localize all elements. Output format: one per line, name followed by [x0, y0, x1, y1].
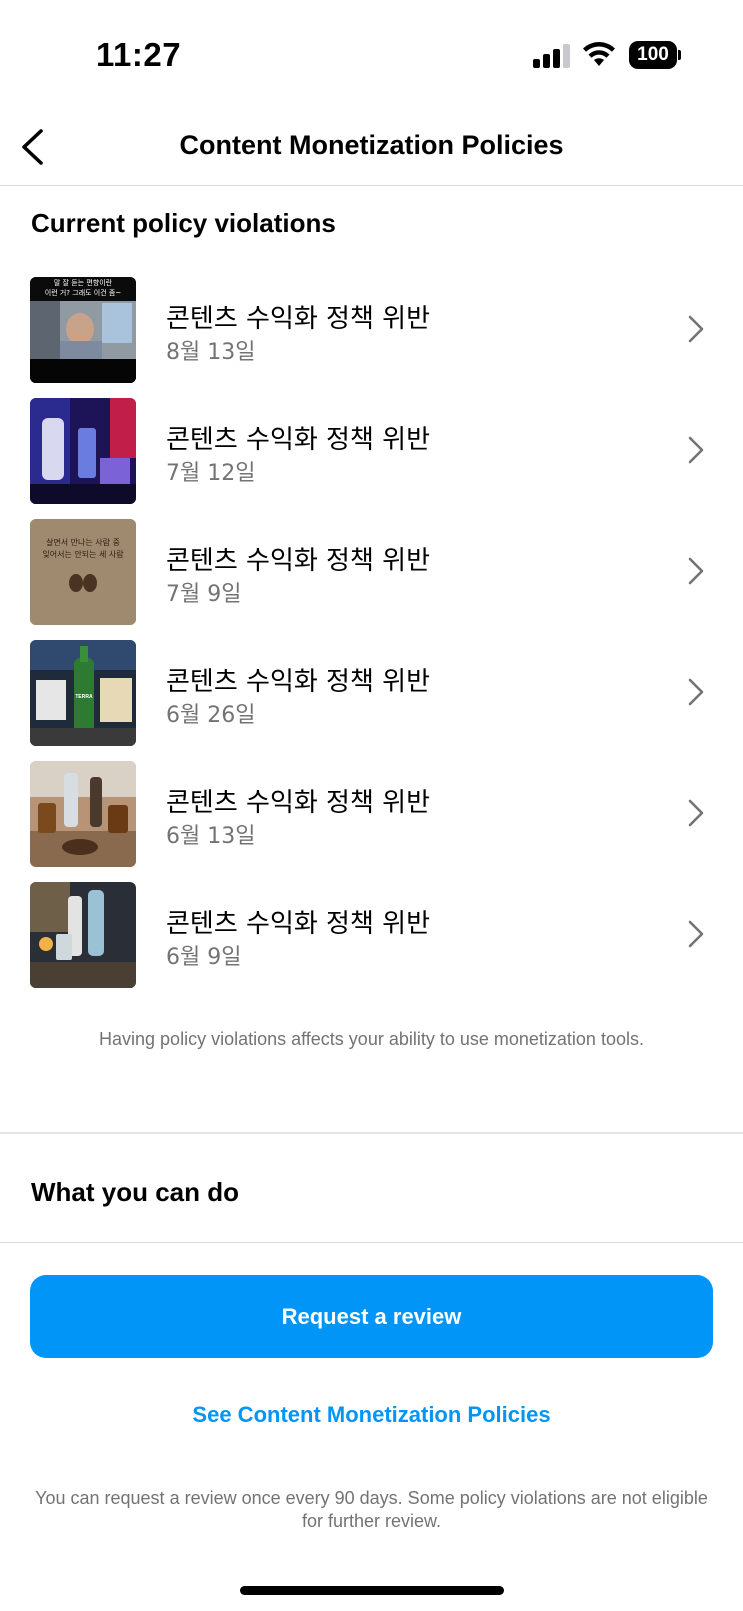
review-footnote: You can request a review once every 90 d… — [35, 1488, 708, 1531]
violation-title: 콘텐츠 수익화 정책 위반 — [166, 304, 430, 334]
list-item[interactable]: TERRA 콘텐츠 수익화 정책 위반 6월 26일 — [0, 639, 743, 760]
status-time: 11:27 — [96, 36, 182, 73]
request-review-button[interactable]: Request a review — [30, 1275, 713, 1358]
chevron-right-icon — [688, 315, 704, 343]
list-item[interactable]: 콘텐츠 수익화 정책 위반 7월 12일 — [0, 397, 743, 518]
post-thumbnail: 말 잘 듣는 편향이란 이런 거? 그래도 이건 좀~ — [30, 277, 136, 383]
post-thumbnail — [30, 882, 136, 988]
thumbnail-caption: 살면서 만나는 사람 중 잊어서는 안되는 세 사람 — [42, 538, 124, 559]
list-item[interactable]: 살면서 만나는 사람 중 잊어서는 안되는 세 사람 콘텐츠 수익화 정책 위반… — [0, 518, 743, 639]
list-item[interactable]: 콘텐츠 수익화 정책 위반 6월 9일 — [0, 881, 743, 1002]
violations-notice: Having policy violations affects your ab… — [99, 1029, 644, 1049]
status-bar: 11:27 100 — [0, 0, 743, 110]
post-thumbnail — [30, 398, 136, 504]
violation-date: 7월 12일 — [166, 461, 256, 486]
battery-level: 100 — [629, 41, 677, 69]
violation-date: 6월 13일 — [166, 824, 256, 849]
page-title: Content Monetization Policies — [179, 130, 564, 160]
chevron-right-icon — [688, 436, 704, 464]
violation-title: 콘텐츠 수익화 정책 위반 — [166, 546, 430, 576]
violation-date: 6월 26일 — [166, 703, 256, 728]
violation-title: 콘텐츠 수익화 정책 위반 — [166, 425, 430, 455]
chevron-right-icon — [688, 557, 704, 585]
see-policies-link[interactable]: See Content Monetization Policies — [0, 1402, 743, 1428]
list-item[interactable]: 말 잘 듣는 편향이란 이런 거? 그래도 이건 좀~ 콘텐츠 수익화 정책 위… — [0, 276, 743, 397]
thumbnail-caption: 말 잘 듣는 편향이란 이런 거? 그래도 이건 좀~ — [44, 279, 122, 297]
violation-title: 콘텐츠 수익화 정책 위반 — [166, 909, 430, 939]
nav-header: Content Monetization Policies — [0, 110, 743, 186]
section-divider — [0, 1132, 743, 1134]
chevron-right-icon — [688, 678, 704, 706]
violation-title: 콘텐츠 수익화 정책 위반 — [166, 788, 430, 818]
violations-section-title: Current policy violations — [31, 208, 336, 238]
violation-date: 7월 9일 — [166, 582, 242, 607]
post-thumbnail — [30, 761, 136, 867]
thumbnail-caption: TERRA — [75, 694, 93, 700]
home-indicator[interactable] — [240, 1586, 504, 1595]
post-thumbnail: TERRA — [30, 640, 136, 746]
chevron-right-icon — [688, 920, 704, 948]
chevron-right-icon — [688, 799, 704, 827]
violation-date: 8월 13일 — [166, 340, 256, 365]
list-item[interactable]: 콘텐츠 수익화 정책 위반 6월 13일 — [0, 760, 743, 881]
actions-section-title: What you can do — [31, 1177, 239, 1207]
post-thumbnail: 살면서 만나는 사람 중 잊어서는 안되는 세 사람 — [30, 519, 136, 625]
section-divider — [0, 1242, 743, 1243]
wifi-icon — [583, 42, 615, 66]
cellular-signal-icon — [533, 44, 571, 68]
violation-list: 말 잘 듣는 편향이란 이런 거? 그래도 이건 좀~ 콘텐츠 수익화 정책 위… — [0, 276, 743, 1002]
battery-icon: 100 — [629, 41, 681, 69]
violation-date: 6월 9일 — [166, 945, 242, 970]
violation-title: 콘텐츠 수익화 정책 위반 — [166, 667, 430, 697]
